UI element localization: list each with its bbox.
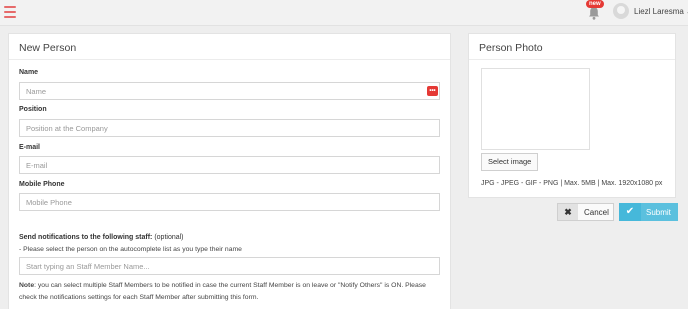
photo-panel-title: Person Photo (469, 34, 675, 60)
mobile-phone-label: Mobile Phone (19, 181, 65, 188)
position-input[interactable] (19, 119, 440, 137)
name-label: Name (19, 69, 39, 76)
name-input[interactable] (19, 82, 440, 100)
top-bar: new Liezl Laresma⌄ (0, 0, 688, 26)
photo-format-hint: JPG - JPEG - GIF - PNG | Max. 5MB | Max.… (481, 180, 663, 187)
position-label: Position (19, 106, 47, 113)
staff-member-search-input[interactable] (19, 257, 440, 275)
close-icon: ✖ (558, 204, 578, 220)
note-bold: Note (19, 282, 35, 289)
check-icon: ✔ (619, 203, 641, 221)
note-body: : you can select multiple Staff Members … (19, 282, 426, 301)
new-person-panel: New Person Name ••• Position E-mail Mobi… (8, 33, 451, 309)
user-menu[interactable]: Liezl Laresma⌄ (634, 7, 688, 16)
select-image-button[interactable]: Select image (481, 153, 539, 171)
photo-preview (481, 68, 590, 150)
password-manager-icon[interactable]: ••• (427, 86, 438, 96)
hamburger-menu-icon[interactable] (4, 6, 16, 18)
submit-label: Submit (646, 208, 671, 217)
person-photo-panel: Person Photo Select image JPG - JPEG - G… (468, 33, 676, 198)
submit-button[interactable]: ✔ Submit (619, 203, 678, 221)
new-badge: new (586, 0, 604, 8)
note-text: Note: you can select multiple Staff Memb… (19, 280, 444, 303)
email-label: E-mail (19, 144, 41, 151)
user-name: Liezl Laresma (634, 7, 684, 16)
panel-title: New Person (9, 34, 450, 60)
notify-hint: - Please select the person on the autoco… (19, 246, 242, 253)
mobile-phone-input[interactable] (19, 193, 440, 211)
notify-title-bold: Send notifications to the following staf… (19, 234, 153, 241)
cancel-button[interactable]: ✖ Cancel (557, 203, 614, 221)
cancel-label: Cancel (584, 208, 609, 217)
email-input[interactable] (19, 156, 440, 174)
avatar[interactable] (613, 3, 629, 19)
notify-title: Send notifications to the following staf… (19, 234, 184, 241)
notify-title-optional: (optional) (152, 234, 184, 241)
